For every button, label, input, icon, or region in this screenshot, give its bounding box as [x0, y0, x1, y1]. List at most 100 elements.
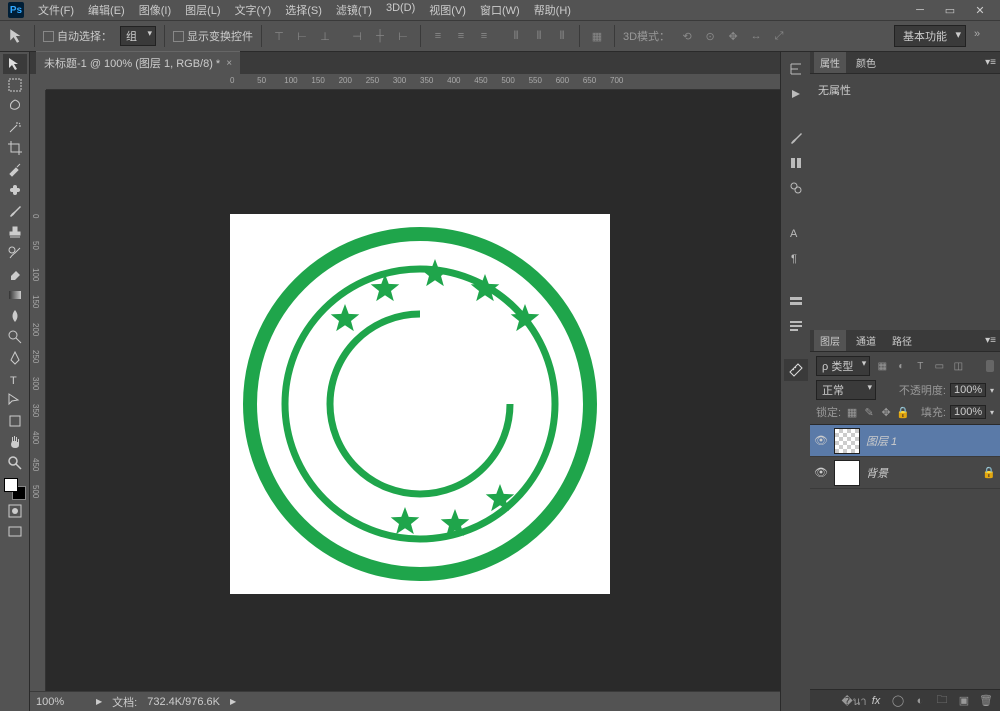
lock-trans-icon[interactable]: ▦ [845, 405, 859, 419]
paths-tab[interactable]: 路径 [886, 330, 918, 351]
crop-tool[interactable] [3, 138, 27, 158]
auto-select-dropdown[interactable]: 组 [120, 26, 156, 46]
align-hcenter-icon[interactable]: ┼ [371, 28, 389, 44]
menu-layer[interactable]: 图层(L) [179, 0, 226, 20]
auto-select-checkbox[interactable]: 自动选择： [43, 28, 112, 44]
align-vcenter-icon[interactable]: ⊢ [293, 28, 311, 44]
layer-thumbnail[interactable] [834, 428, 860, 454]
layer-name[interactable]: 图层 1 [866, 433, 897, 449]
channels-tab[interactable]: 通道 [850, 330, 882, 351]
menu-3d[interactable]: 3D(D) [380, 0, 421, 20]
tab-close-icon[interactable]: × [226, 58, 232, 69]
dock-brushpresets-icon[interactable] [784, 152, 808, 174]
align-right-icon[interactable]: ⊢ [394, 28, 412, 44]
menu-image[interactable]: 图像(I) [133, 0, 177, 20]
menu-filter[interactable]: 滤镜(T) [330, 0, 378, 20]
dist-top-icon[interactable]: ≡ [429, 28, 447, 44]
menu-edit[interactable]: 编辑(E) [82, 0, 131, 20]
dock-paragraph-icon[interactable]: ¶ [784, 246, 808, 268]
auto-align-icon[interactable]: ▦ [588, 28, 606, 44]
screenmode-tool[interactable] [3, 522, 27, 542]
window-maximize[interactable]: ▭ [938, 3, 962, 17]
canvas[interactable] [230, 214, 610, 594]
fill-value[interactable]: 100% [950, 405, 986, 419]
delete-layer-icon[interactable]: 🗑 [978, 693, 994, 709]
status-menu-icon[interactable]: ▶ [230, 697, 236, 706]
align-top-icon[interactable]: ⊤ [270, 28, 288, 44]
show-transform-checkbox[interactable]: 显示变换控件 [173, 28, 253, 44]
menu-type[interactable]: 文字(Y) [229, 0, 278, 20]
layers-menu-icon[interactable]: ▾≡ [985, 335, 996, 346]
expand-dock-icon[interactable]: » [974, 28, 992, 44]
window-close[interactable]: ✕ [968, 3, 992, 17]
dist-left-icon[interactable]: ⦀ [507, 28, 525, 44]
path-select-tool[interactable] [3, 390, 27, 410]
color-swatches[interactable] [4, 478, 26, 500]
wand-tool[interactable] [3, 117, 27, 137]
panel-menu-icon[interactable]: ▾≡ [985, 57, 996, 68]
dist-right-icon[interactable]: ⦀ [553, 28, 571, 44]
blend-mode-dropdown[interactable]: 正常 [816, 380, 876, 400]
dock-parastyle-icon[interactable] [784, 315, 808, 337]
menu-file[interactable]: 文件(F) [32, 0, 80, 20]
dodge-tool[interactable] [3, 327, 27, 347]
layer-mask-icon[interactable]: ◯ [890, 693, 906, 709]
3d-roll-icon[interactable]: ⊙ [701, 28, 719, 44]
zoom-level[interactable]: 100% [36, 696, 86, 708]
opacity-arrow-icon[interactable]: ▾ [990, 386, 994, 395]
visibility-toggle[interactable]: 👁 [814, 466, 828, 480]
ruler-horizontal[interactable]: 0501001502002503003504004505005506006507… [46, 74, 780, 90]
opacity-value[interactable]: 100% [950, 383, 986, 397]
quickmask-tool[interactable] [3, 501, 27, 521]
dist-bottom-icon[interactable]: ≡ [475, 28, 493, 44]
heal-tool[interactable] [3, 180, 27, 200]
filter-type-icon[interactable]: T [912, 359, 928, 373]
brush-tool[interactable] [3, 201, 27, 221]
document-tab[interactable]: 未标题-1 @ 100% (图层 1, RGB/8) * × [36, 51, 240, 74]
dock-character-icon[interactable]: A [784, 221, 808, 243]
lock-pos-icon[interactable]: ✥ [879, 405, 893, 419]
history-brush-tool[interactable] [3, 243, 27, 263]
hand-tool[interactable] [3, 432, 27, 452]
dock-charstyle-icon[interactable] [784, 290, 808, 312]
layer-thumbnail[interactable] [834, 460, 860, 486]
dock-clone-icon[interactable] [784, 177, 808, 199]
new-layer-icon[interactable]: ▣ [956, 693, 972, 709]
filter-shape-icon[interactable]: ▭ [931, 359, 947, 373]
lock-all-icon[interactable]: 🔒 [896, 405, 910, 419]
layer-name[interactable]: 背景 [866, 465, 888, 481]
link-layers-icon[interactable]: �นา [846, 693, 862, 709]
dock-actions-icon[interactable] [784, 83, 808, 105]
properties-tab[interactable]: 属性 [814, 52, 846, 73]
zoom-tool[interactable] [3, 453, 27, 473]
menu-help[interactable]: 帮助(H) [528, 0, 577, 20]
fill-arrow-icon[interactable]: ▾ [990, 408, 994, 417]
dock-measure-icon[interactable] [784, 359, 808, 381]
3d-orbit-icon[interactable]: ⟲ [678, 28, 696, 44]
3d-pan-icon[interactable]: ✥ [724, 28, 742, 44]
eyedropper-tool[interactable] [3, 159, 27, 179]
pen-tool[interactable] [3, 348, 27, 368]
filter-toggle[interactable] [986, 360, 994, 372]
dock-brush-icon[interactable] [784, 127, 808, 149]
menu-window[interactable]: 窗口(W) [474, 0, 526, 20]
adjustment-layer-icon[interactable]: ◐ [912, 693, 928, 709]
shape-tool[interactable] [3, 411, 27, 431]
dist-vcenter-icon[interactable]: ≡ [452, 28, 470, 44]
lock-pixels-icon[interactable]: ✎ [862, 405, 876, 419]
gradient-tool[interactable] [3, 285, 27, 305]
marquee-tool[interactable] [3, 75, 27, 95]
dock-history-icon[interactable] [784, 58, 808, 80]
current-tool-icon[interactable] [8, 27, 26, 45]
workspace-switcher[interactable]: 基本功能 [894, 25, 966, 47]
lasso-tool[interactable] [3, 96, 27, 116]
layer-fx-icon[interactable]: fx [868, 693, 884, 709]
window-minimize[interactable]: ─ [908, 3, 932, 17]
layer-item-1[interactable]: 👁 图层 1 [810, 425, 1000, 457]
eraser-tool[interactable] [3, 264, 27, 284]
3d-scale-icon[interactable]: ⤢ [770, 28, 788, 44]
align-left-icon[interactable]: ⊣ [348, 28, 366, 44]
3d-slide-icon[interactable]: ↔ [747, 28, 765, 44]
type-tool[interactable]: T [3, 369, 27, 389]
layers-tab[interactable]: 图层 [814, 330, 846, 351]
